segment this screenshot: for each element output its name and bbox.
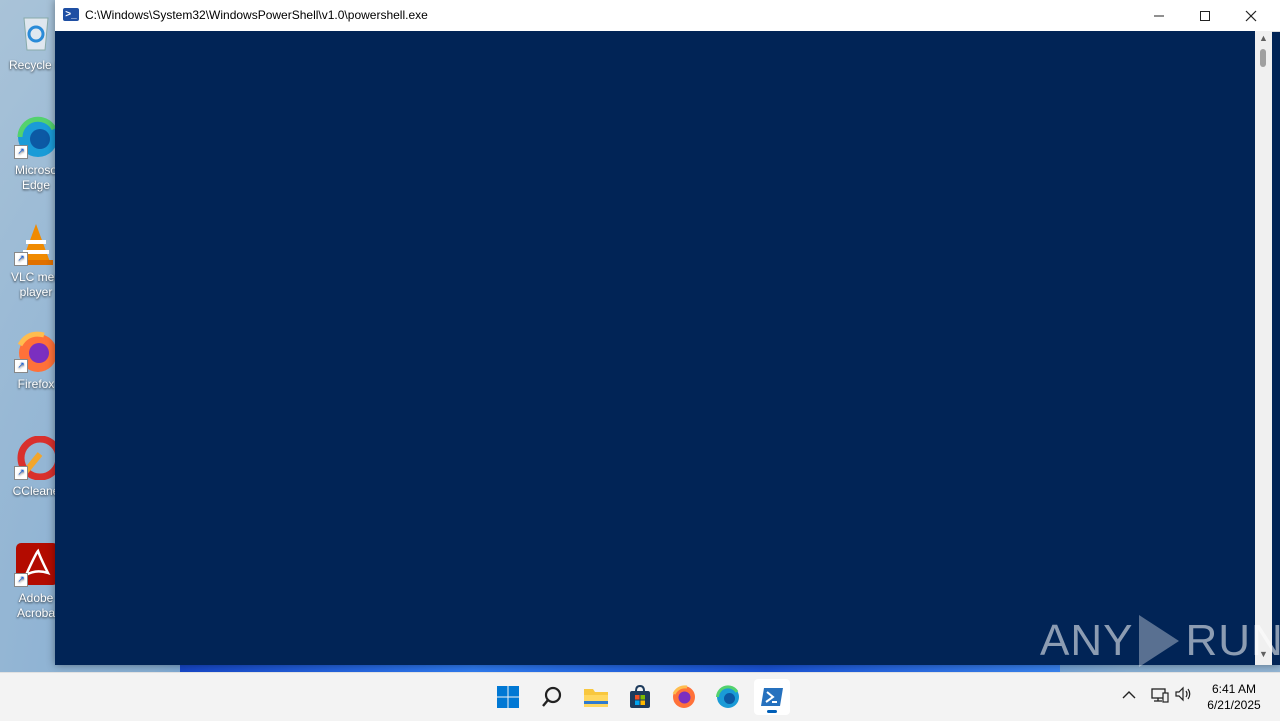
shortcut-arrow-icon: ↗ <box>14 466 28 480</box>
desktop-icon-label: Firefox <box>17 377 55 391</box>
file-explorer-button[interactable] <box>578 679 614 715</box>
network-icon[interactable] <box>1151 687 1169 706</box>
shortcut-arrow-icon: ↗ <box>14 359 28 373</box>
vlc-icon: ↗ <box>14 222 58 266</box>
powershell-taskbar-button[interactable] <box>754 679 790 715</box>
powershell-icon: >_ <box>63 8 79 21</box>
edge-icon: ↗ <box>14 115 58 159</box>
anyrun-watermark: ANY RUN <box>1040 612 1280 670</box>
window-title: C:\Windows\System32\WindowsPowerShell\v1… <box>85 8 428 22</box>
taskbar: 6:41 AM 6/21/2025 <box>0 672 1280 721</box>
powershell-icon <box>761 688 783 706</box>
desktop-icon-label: CCleane <box>12 484 60 498</box>
firefox-icon <box>672 685 695 708</box>
folder-icon <box>584 689 608 707</box>
edge-taskbar-button[interactable] <box>710 679 746 715</box>
watermark-text-left: ANY <box>1040 616 1134 665</box>
start-button[interactable] <box>490 679 526 715</box>
shortcut-arrow-icon: ↗ <box>14 145 28 159</box>
acrobat-icon: ↗ <box>14 543 58 587</box>
firefox-taskbar-button[interactable] <box>666 679 702 715</box>
console-area[interactable] <box>55 31 1255 665</box>
maximize-button[interactable] <box>1182 0 1228 31</box>
maximize-icon <box>1200 10 1210 21</box>
play-icon <box>1139 615 1180 667</box>
shortcut-arrow-icon: ↗ <box>14 573 28 587</box>
volume-icon[interactable] <box>1175 686 1193 706</box>
recycle-bin-icon <box>14 10 58 54</box>
close-icon <box>1245 10 1257 21</box>
clock-date: 6/21/2025 <box>1207 698 1261 712</box>
store-button[interactable] <box>622 679 658 715</box>
system-clock[interactable]: 6:41 AM 6/21/2025 <box>1196 681 1272 713</box>
ccleaner-icon: ↗ <box>14 435 63 481</box>
watermark-text-right: RUN <box>1185 616 1280 665</box>
minimize-icon <box>1154 15 1164 16</box>
minimize-button[interactable] <box>1136 0 1182 31</box>
desktop-icon-label: VLC med player <box>10 270 62 299</box>
title-bar[interactable]: >_ C:\Windows\System32\WindowsPowerShell… <box>55 0 1280 32</box>
store-icon <box>630 685 650 708</box>
scroll-up-icon[interactable]: ▲ <box>1255 33 1272 47</box>
scroll-thumb[interactable] <box>1260 49 1266 67</box>
search-icon <box>542 686 562 707</box>
shortcut-arrow-icon: ↗ <box>14 252 28 266</box>
windows-logo-icon <box>497 686 519 708</box>
active-indicator <box>767 710 777 713</box>
desktop-icon-label: Microso Edge <box>14 163 57 192</box>
vertical-scrollbar[interactable]: ▲ ▼ <box>1255 31 1272 665</box>
firefox-icon: ↗ <box>14 329 58 373</box>
show-hidden-icons-chevron-icon[interactable] <box>1122 687 1136 703</box>
desktop-icon-label: Adobe Acroba <box>16 591 56 620</box>
search-button[interactable] <box>534 679 570 715</box>
powershell-window[interactable]: >_ C:\Windows\System32\WindowsPowerShell… <box>55 0 1280 665</box>
edge-icon <box>716 685 739 708</box>
clock-time: 6:41 AM <box>1211 682 1257 696</box>
close-button[interactable] <box>1228 0 1274 31</box>
